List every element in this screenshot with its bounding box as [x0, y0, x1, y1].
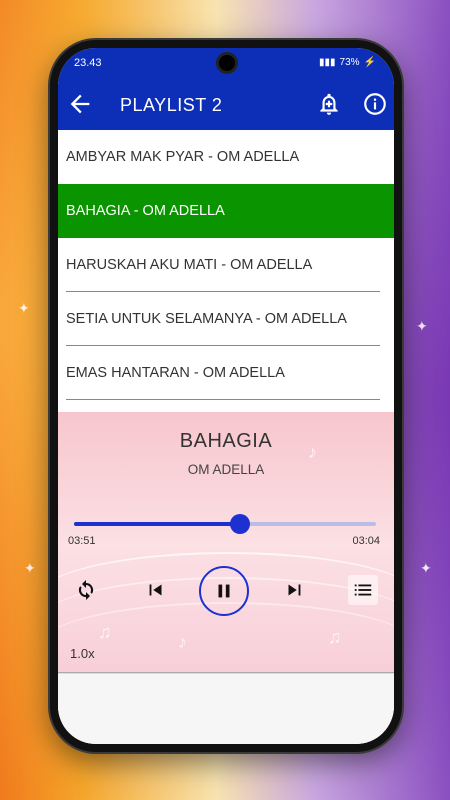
track-item[interactable]: SETIA UNTUK SELAMANYA - OM ADELLA — [58, 292, 394, 346]
info-icon — [364, 93, 386, 115]
previous-button[interactable] — [142, 576, 170, 604]
track-label: BAHAGIA - OM ADELLA — [66, 203, 225, 219]
status-bar: 23.43 ▮▮▮ 73% ⚡ — [58, 48, 394, 78]
track-item-active[interactable]: BAHAGIA - OM ADELLA — [58, 184, 394, 238]
music-note-icon: ♫ — [328, 627, 342, 647]
playback-speed[interactable]: 1.0x — [70, 646, 95, 661]
info-button[interactable] — [362, 91, 388, 117]
music-note-icon: ♫ — [98, 622, 112, 642]
sparkle-icon: ✦ — [416, 318, 428, 334]
next-button[interactable] — [280, 576, 308, 604]
track-label: EMAS HANTARAN - OM ADELLA — [66, 365, 285, 381]
track-label: HARUSKAH AKU MATI - OM ADELLA — [66, 257, 313, 273]
repeat-icon — [78, 580, 94, 600]
seek-bar-thumb[interactable] — [230, 514, 251, 534]
pause-icon — [218, 584, 230, 598]
alarm-add-icon — [320, 93, 338, 115]
track-item[interactable]: EMAS HANTARAN - OM ADELLA — [58, 346, 394, 400]
status-time: 23.43 — [74, 57, 102, 69]
back-arrow-icon — [70, 94, 90, 114]
seek-bar[interactable] — [74, 514, 376, 534]
sparkle-icon: ✦ — [420, 560, 432, 576]
front-camera — [216, 52, 238, 74]
music-note-icon: ♪ — [178, 632, 187, 652]
battery-percent: 73% — [339, 57, 360, 68]
back-button[interactable] — [66, 90, 94, 118]
divider — [58, 672, 394, 673]
phone-screen: 23.43 ▮▮▮ 73% ⚡ PLAYLIST 2 AMBYAR MAK PY… — [58, 48, 394, 744]
current-time: 03:51 — [68, 535, 96, 547]
track-label: SETIA UNTUK SELAMANYA - OM ADELLA — [66, 311, 347, 327]
song-artist: OM ADELLA — [187, 462, 265, 477]
song-title: BAHAGIA — [179, 430, 273, 452]
charging-icon: ⚡ — [363, 57, 376, 68]
total-time: 03:04 — [352, 535, 380, 547]
sparkle-icon: ✦ — [24, 560, 36, 576]
seek-bar-progress — [74, 522, 241, 526]
phone-frame: 23.43 ▮▮▮ 73% ⚡ PLAYLIST 2 AMBYAR MAK PY… — [50, 40, 402, 752]
status-indicators: ▮▮▮ 73% ⚡ — [319, 57, 376, 68]
signal-icon: ▮▮▮ — [319, 57, 336, 68]
now-playing-panel: ♪ ♫ ♪ ♫ BAHAGIA OM ADELLA 03:51 03:04 1.… — [58, 412, 394, 744]
sparkle-icon: ✦ — [18, 300, 30, 316]
queue-button[interactable] — [348, 575, 378, 605]
divider — [66, 399, 380, 400]
page-title: PLAYLIST 2 — [120, 95, 223, 115]
bottom-area — [58, 674, 394, 744]
alarm-add-button[interactable] — [316, 91, 342, 117]
skip-next-icon — [288, 584, 301, 596]
track-label: AMBYAR MAK PYAR - OM ADELLA — [66, 149, 300, 165]
track-item[interactable]: AMBYAR MAK PYAR - OM ADELLA — [58, 130, 394, 184]
repeat-button[interactable] — [72, 576, 100, 604]
app-bar: PLAYLIST 2 — [58, 78, 394, 130]
playlist: AMBYAR MAK PYAR - OM ADELLA BAHAGIA - OM… — [58, 130, 394, 400]
track-item[interactable]: HARUSKAH AKU MATI - OM ADELLA — [58, 238, 394, 292]
queue-list-icon — [354, 584, 372, 596]
pause-button[interactable] — [199, 566, 249, 616]
skip-previous-icon — [149, 584, 162, 596]
